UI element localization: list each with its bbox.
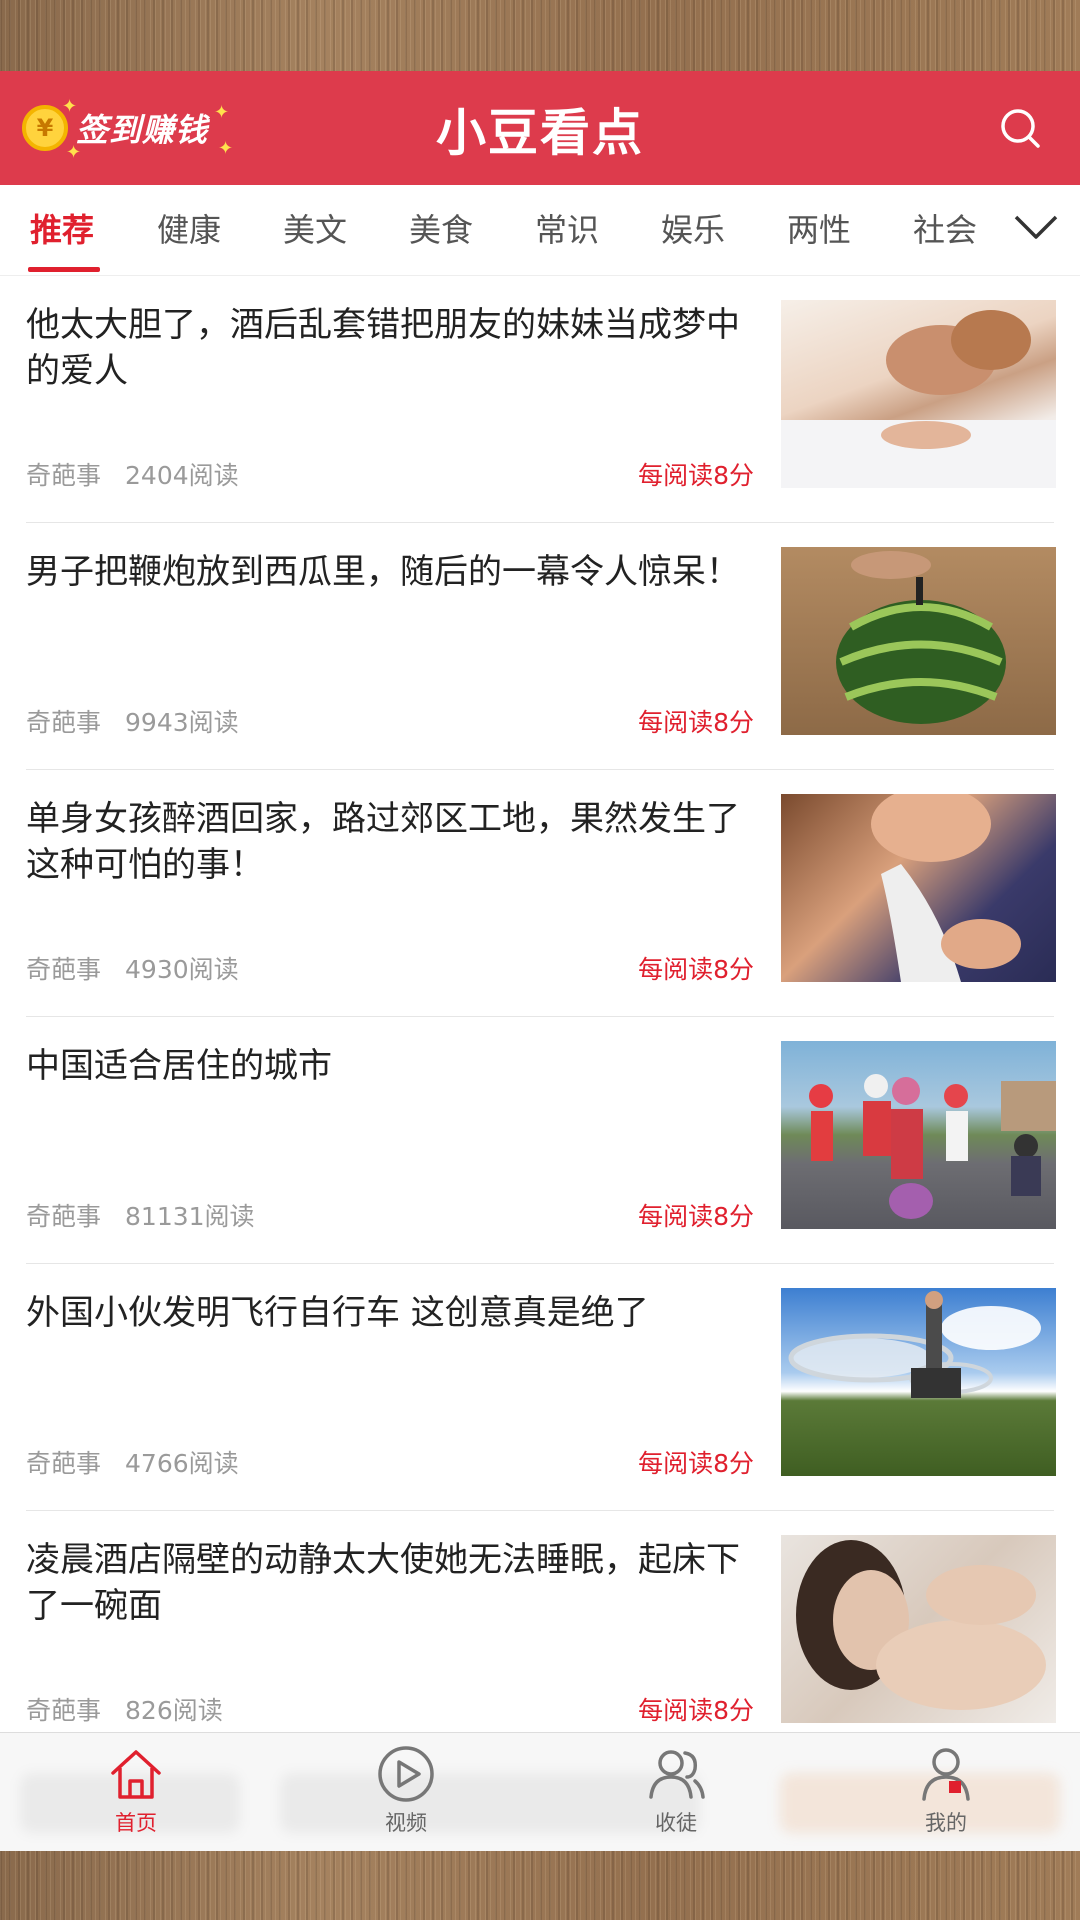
article-thumbnail	[781, 300, 1056, 488]
tab-recommend[interactable]: 推荐	[30, 185, 94, 275]
list-item[interactable]: 凌晨酒店隔壁的动静太大使她无法睡眠，起床下了一碗面 奇葩事 826阅读 每阅读8分	[0, 1511, 1080, 1758]
bottom-navigation: 首页 视频 收徒 我的	[0, 1732, 1080, 1851]
article-thumbnail	[781, 794, 1056, 982]
search-icon[interactable]	[998, 106, 1042, 150]
list-item[interactable]: 男子把鞭炮放到西瓜里，随后的一幕令人惊呆！ 奇葩事 9943阅读 每阅读8分	[0, 523, 1080, 770]
article-thumbnail	[781, 1041, 1056, 1229]
article-thumbnail	[781, 1535, 1056, 1723]
article-thumbnail	[781, 547, 1056, 735]
read-count: 4930阅读	[125, 955, 239, 984]
article-meta: 奇葩事 4930阅读	[26, 950, 239, 986]
article-meta: 奇葩事 81131阅读	[26, 1197, 255, 1233]
tab-knowledge[interactable]: 常识	[535, 185, 599, 275]
app-title: 小豆看点	[436, 104, 644, 162]
read-count: 2404阅读	[125, 461, 239, 490]
nav-label-video: 视频	[385, 1811, 427, 1835]
read-count: 9943阅读	[125, 708, 239, 737]
nav-video[interactable]: 视频	[346, 1743, 466, 1837]
tab-relationships[interactable]: 两性	[787, 185, 851, 275]
app-screen: ¥ 签到赚钱 ✦ ✦ ✦ ✦ 小豆看点 推荐 健康 美文 美食 常识 娱乐 两性…	[0, 71, 1080, 1851]
reward-label: 每阅读8分	[638, 955, 754, 984]
article-title: 外国小伙发明飞行自行车 这创意真是绝了	[26, 1293, 649, 1333]
tab-society[interactable]: 社会	[913, 185, 977, 275]
list-item[interactable]: 外国小伙发明飞行自行车 这创意真是绝了 奇葩事 4766阅读 每阅读8分	[0, 1264, 1080, 1511]
nav-label-apprentice: 收徒	[655, 1811, 697, 1835]
list-item[interactable]: 单身女孩醉酒回家，路过郊区工地，果然发生了这种可怕的事！ 奇葩事 4930阅读 每…	[0, 770, 1080, 1017]
article-source: 奇葩事	[26, 955, 102, 984]
reward-label: 每阅读8分	[638, 1696, 754, 1725]
nav-home[interactable]: 首页	[76, 1743, 196, 1837]
read-count: 81131阅读	[125, 1202, 255, 1231]
reward-label: 每阅读8分	[638, 461, 754, 490]
article-title: 单身女孩醉酒回家，路过郊区工地，果然发生了这种可怕的事！	[26, 799, 740, 885]
article-source: 奇葩事	[26, 1202, 102, 1231]
article-source: 奇葩事	[26, 1696, 102, 1725]
nav-apprentice[interactable]: 收徒	[616, 1743, 736, 1837]
reward-label: 每阅读8分	[638, 1449, 754, 1478]
reward-label: 每阅读8分	[638, 1202, 754, 1231]
nav-profile[interactable]: 我的	[886, 1743, 1006, 1837]
list-item[interactable]: 他太大胆了，酒后乱套错把朋友的妹妹当成梦中的爱人 奇葩事 2404阅读 每阅读8分	[0, 276, 1080, 523]
active-tab-indicator	[28, 267, 100, 272]
read-count: 4766阅读	[125, 1449, 239, 1478]
nav-label-home: 首页	[115, 1811, 157, 1835]
category-tabs: 推荐 健康 美文 美食 常识 娱乐 两性 社会	[0, 185, 1080, 276]
tab-entertainment[interactable]: 娱乐	[661, 185, 725, 275]
home-icon	[111, 1750, 161, 1799]
article-source: 奇葩事	[26, 1449, 102, 1478]
article-meta: 奇葩事 4766阅读	[26, 1444, 239, 1480]
article-meta: 奇葩事 826阅读	[26, 1691, 223, 1727]
chevron-down-icon[interactable]	[1012, 207, 1060, 247]
article-source: 奇葩事	[26, 708, 102, 737]
app-header: ¥ 签到赚钱 ✦ ✦ ✦ ✦ 小豆看点	[0, 71, 1080, 185]
article-meta: 奇葩事 9943阅读	[26, 703, 239, 739]
users-icon	[649, 1750, 705, 1799]
article-source: 奇葩事	[26, 461, 102, 490]
play-icon	[378, 1746, 434, 1802]
article-title: 他太大胆了，酒后乱套错把朋友的妹妹当成梦中的爱人	[26, 305, 740, 391]
article-title: 凌晨酒店隔壁的动静太大使她无法睡眠，起床下了一碗面	[26, 1540, 740, 1626]
list-item[interactable]: 中国适合居住的城市 奇葩事 81131阅读 每阅读8分	[0, 1017, 1080, 1264]
nav-label-profile: 我的	[925, 1811, 967, 1835]
article-meta: 奇葩事 2404阅读	[26, 456, 239, 492]
article-title: 男子把鞭炮放到西瓜里，随后的一幕令人惊呆！	[26, 552, 740, 592]
reward-label: 每阅读8分	[638, 708, 754, 737]
tab-essay[interactable]: 美文	[283, 185, 347, 275]
profile-icon	[922, 1748, 970, 1801]
tab-food[interactable]: 美食	[409, 185, 473, 275]
tab-health[interactable]: 健康	[157, 185, 221, 275]
article-thumbnail	[781, 1288, 1056, 1476]
article-title: 中国适合居住的城市	[26, 1046, 332, 1086]
read-count: 826阅读	[125, 1696, 223, 1725]
